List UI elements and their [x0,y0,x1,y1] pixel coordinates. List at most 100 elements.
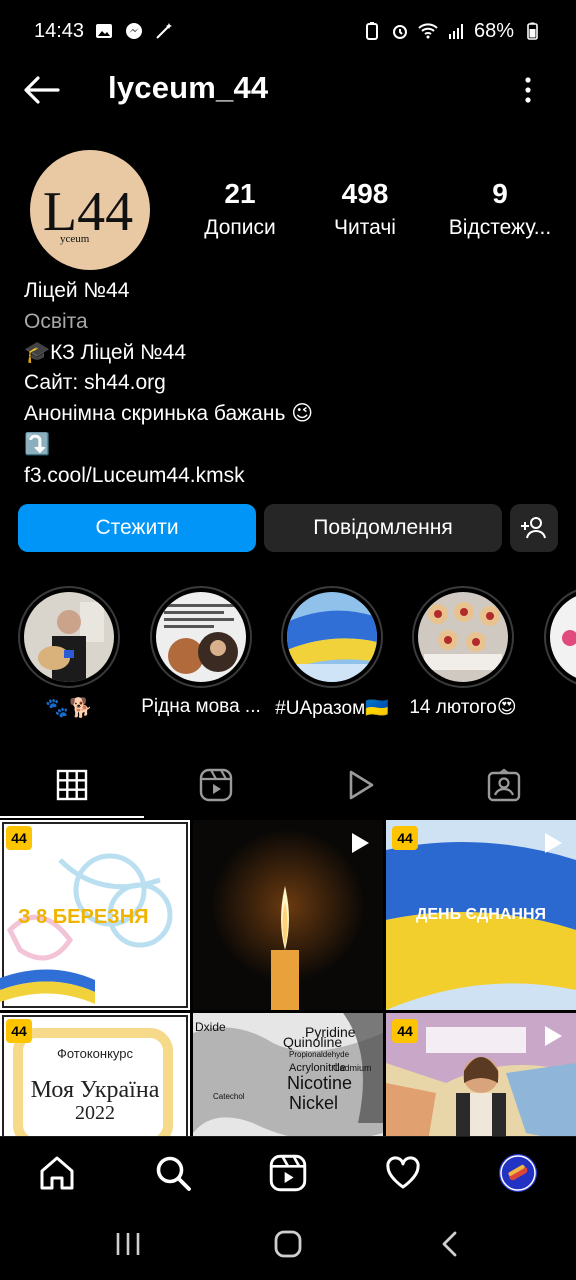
tab-tagged[interactable] [432,752,576,818]
post-word: Dxide [195,1020,226,1034]
post-caption-text: ДЕНЬ ЄДНАННЯ [416,906,546,923]
tab-grid[interactable] [0,752,144,818]
back-arrow-icon[interactable] [22,74,62,106]
reels-icon [269,1154,307,1192]
nav-search[interactable] [153,1153,193,1193]
profile-actions: Стежити Повідомлення [18,504,558,552]
highlight-item[interactable]: #UAразом🇺🇦 [272,586,392,720]
recent-apps-button[interactable] [108,1226,148,1262]
stat-posts[interactable]: 21 Дописи [190,178,290,240]
bio-line: Анонімна скринька бажань 😉 [24,402,314,426]
highlight-label: Рідна мова ... [141,696,261,717]
post-word: Nickel [289,1093,338,1113]
alarm-icon [392,25,407,39]
more-options-icon[interactable] [516,74,540,106]
bio-line: ⤵️ [24,432,51,456]
profile-tabs [0,752,576,818]
home-button[interactable] [268,1226,308,1262]
stat-label: Читачі [334,216,396,239]
post-caption-text: З 8 БЕРЕЗНЯ [18,906,149,928]
reels-icon [199,768,233,802]
post-thumbnail[interactable] [193,820,383,1010]
nav-activity[interactable] [383,1153,423,1193]
post-caption-title: Фотоконкурс [57,1046,134,1061]
battery-saver-icon [365,22,378,40]
play-icon [349,770,374,800]
status-bar: 14:43 68% [0,0,576,62]
post-thumbnail[interactable]: ДЕНЬ ЄДНАННЯ 44 [386,820,576,1010]
highlight-label: 🐾🐕 [45,698,93,719]
recent-apps-icon [116,1233,140,1255]
home-pill-icon [274,1230,302,1258]
magic-icon [156,23,173,39]
post-word: Propionaldehyde [289,1050,350,1059]
profile-stats: 21 Дописи 498 Читачі 9 Відстежу... [190,178,566,240]
brand-badge: 44 [392,826,418,850]
avatar-logo-sub: yceum [60,233,90,245]
system-navigation [0,1208,576,1280]
highlight-item[interactable]: 14 лютого😍 [403,586,523,719]
post-caption-text: Моя Україна [31,1077,160,1103]
messenger-icon [126,23,143,39]
tab-reels[interactable] [144,752,288,818]
bio-link[interactable]: f3.cool/Luceum44.kmsk [24,461,554,492]
post-word: Catechol [213,1092,245,1101]
reel-indicator-icon [545,1026,562,1046]
post-word: Nicotine [287,1073,352,1093]
bio-line: Сайт: sh44.org [24,371,166,395]
profile-username: lyceum_44 [108,70,269,105]
highlight-item[interactable]: 🐾🐕 [9,586,129,720]
stat-followers[interactable]: 498 Читачі [290,178,440,240]
battery-icon [527,22,538,40]
reel-indicator-icon [545,833,562,853]
gallery-icon [96,24,113,38]
nav-profile[interactable] [498,1153,538,1193]
add-person-icon [521,517,546,539]
wifi-icon [418,23,438,39]
profile-header: lyceum_44 [0,62,576,118]
signal-icon [448,24,463,39]
nav-reels[interactable] [268,1153,308,1193]
profile-avatar-icon [499,1154,537,1192]
highlight-cover [24,592,114,682]
back-chevron-icon [442,1231,457,1257]
highlight-cover [156,592,246,682]
suggest-people-button[interactable] [510,504,558,552]
tab-videos[interactable] [288,752,432,818]
bottom-navigation [0,1136,576,1208]
post-grid: З 8 БЕРЕЗНЯ 44 ДЕНЬ ЄДНАННЯ 44 Фотоконку… [0,820,576,1136]
highlight-label: 14 лютого😍 [409,697,517,718]
message-button[interactable]: Повідомлення [264,504,502,552]
highlight-item[interactable] [535,586,576,688]
stat-value: 9 [492,178,508,209]
stat-value: 21 [224,178,256,209]
profile-avatar[interactable]: L44 yceum [30,150,150,270]
back-button[interactable] [430,1226,470,1262]
brand-badge: 44 [6,826,32,850]
bio-line: 🎓КЗ Ліцей №44 [24,340,187,364]
reel-indicator-icon [352,833,369,853]
nav-home[interactable] [37,1153,77,1193]
stat-following[interactable]: 9 Відстежу... [440,178,560,240]
brand-badge: 44 [392,1019,418,1043]
highlight-cover [287,592,377,682]
profile-category: Освіта [24,309,88,333]
stat-value: 498 [341,178,389,209]
heart-icon [386,1156,420,1189]
post-thumbnail[interactable]: З 8 БЕРЕЗНЯ 44 [0,820,190,1010]
post-thumbnail[interactable]: 44 [386,1013,576,1136]
stat-label: Дописи [204,216,276,239]
clock: 14:43 [34,19,85,42]
highlight-cover [550,592,576,682]
story-highlights: 🐾🐕 Рідна мова ... #UAразом🇺🇦 14 лютого😍 [0,586,576,726]
brand-badge: 44 [6,1019,32,1043]
home-icon [40,1156,74,1190]
post-word: Acrylonitrile [289,1062,346,1074]
highlight-item[interactable]: Рідна мова ... [141,586,261,718]
battery-percent: 68% [473,19,514,42]
stat-label: Відстежу... [448,216,552,239]
post-thumbnail[interactable]: Фотоконкурс Моя Україна 2022 44 [0,1013,190,1136]
follow-button[interactable]: Стежити [18,504,256,552]
profile-bio: Ліцей №44 Освіта 🎓КЗ Ліцей №44 Сайт: sh4… [24,276,554,492]
post-thumbnail[interactable]: Dxide Quinoline Pyridine Nicotine Nickel… [193,1013,383,1136]
